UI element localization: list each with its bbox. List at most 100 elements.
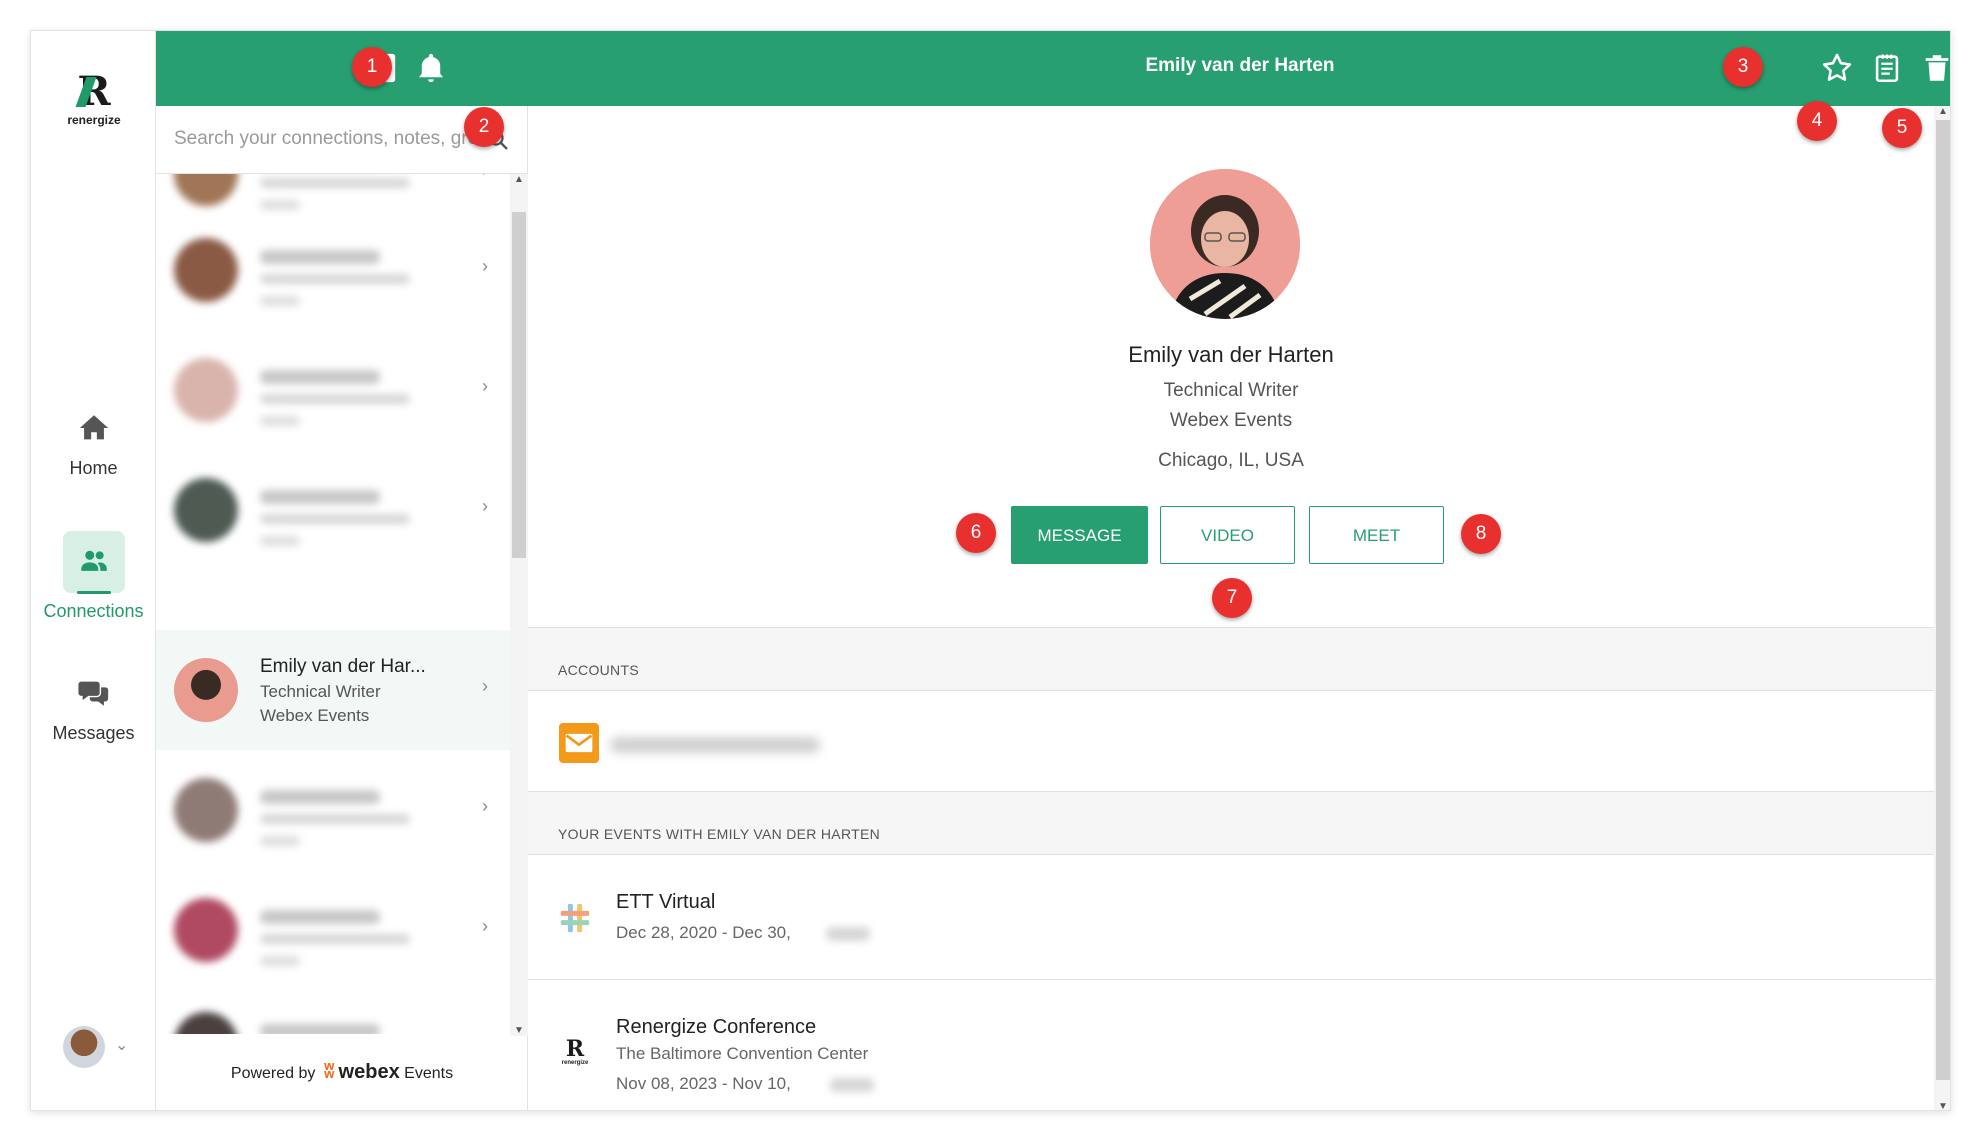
profile-detail-panel: Emily van der Harten Emily van der Harte… (528, 31, 1951, 1110)
avatar (174, 358, 238, 422)
blurred-detail (260, 200, 300, 210)
nav-connections[interactable]: Connections (31, 531, 156, 622)
user-avatar[interactable] (63, 1026, 105, 1068)
detail-scrollbar[interactable]: ▲ ▼ (1934, 106, 1950, 1110)
blurred-detail (260, 296, 300, 306)
blurred-name (260, 490, 380, 504)
blurred-name (260, 370, 380, 384)
star-icon[interactable] (1820, 51, 1854, 85)
email-icon (559, 723, 599, 763)
video-button[interactable]: VIDEO (1160, 506, 1295, 564)
meet-button[interactable]: MEET (1309, 506, 1444, 564)
message-button[interactable]: MESSAGE (1011, 506, 1148, 564)
blurred-email (610, 737, 820, 753)
notes-icon[interactable] (1870, 51, 1904, 85)
chevron-right-icon: › (482, 1030, 488, 1034)
blurred-name (260, 250, 380, 264)
blurred-name (260, 1024, 380, 1034)
search-input[interactable] (174, 124, 474, 154)
chevron-down-icon[interactable]: ⌄ (115, 1035, 128, 1055)
powered-by-label: Powered by (230, 1065, 316, 1082)
chevron-right-icon: › (482, 256, 488, 276)
list-item[interactable]: › (156, 450, 510, 570)
app-logo[interactable]: R renergize (56, 68, 132, 128)
logo-wordmark: renergize (67, 113, 121, 127)
event-dates: Dec 28, 2020 - Dec 30, (616, 923, 791, 942)
connection-company: Webex Events (260, 706, 370, 725)
nav-home-label: Home (69, 458, 118, 478)
profile-photo-art (1150, 169, 1300, 319)
renergize-logo-icon: R renergize (561, 1036, 589, 1066)
chevron-right-icon: › (482, 676, 488, 696)
accounts-section-header: ACCOUNTS (528, 627, 1934, 691)
list-item[interactable]: › (156, 330, 510, 450)
callout-badge: 6 (956, 513, 996, 553)
blurred-detail (260, 814, 410, 824)
list-item[interactable]: › (156, 870, 510, 990)
list-item[interactable]: › (156, 984, 510, 1034)
event-dates: Nov 08, 2023 - Nov 10, (616, 1074, 791, 1093)
list-item-selected[interactable]: Emily van der Har... Technical Writer We… (156, 630, 510, 750)
scroll-up-icon[interactable]: ▲ (1938, 106, 1948, 117)
event-row[interactable]: R renergize Renergize Conference The Bal… (528, 980, 1934, 1105)
blurred-detail (260, 934, 410, 944)
scrollbar-thumb[interactable] (1936, 120, 1950, 1080)
profile-name: Emily van der Harten (1128, 342, 1334, 367)
chevron-right-icon: › (482, 916, 488, 936)
blurred-name (260, 790, 380, 804)
blurred-year (826, 927, 870, 941)
renergize-logo-icon: R (75, 68, 111, 115)
scrollbar-thumb[interactable] (512, 212, 526, 558)
webex-logo-icon: ʬ (323, 1061, 335, 1083)
events-heading: YOUR EVENTS WITH EMILY VAN DER HARTEN (558, 826, 880, 842)
connections-list: › › › › Emily van der Har... Technical W… (156, 174, 510, 1034)
avatar (174, 658, 238, 722)
powered-suffix: Events (404, 1065, 454, 1082)
trash-icon[interactable] (1920, 51, 1951, 85)
avatar (174, 478, 238, 542)
callout-badge: 7 (1212, 578, 1252, 618)
nav-messages[interactable]: Messages (31, 676, 156, 744)
callout-badge: 5 (1882, 108, 1922, 148)
avatar (174, 778, 238, 842)
list-scrollbar[interactable]: ▲ ▼ (510, 174, 528, 1036)
chevron-right-icon: › (482, 174, 488, 181)
powered-brand: webex (338, 1061, 400, 1083)
events-section-header: YOUR EVENTS WITH EMILY VAN DER HARTEN (528, 791, 1934, 855)
profile-location: Chicago, IL, USA (1158, 450, 1304, 471)
connections-panel: › › › › Emily van der Har... Technical W… (156, 31, 528, 1110)
avatar (174, 1012, 238, 1034)
account-row[interactable] (528, 691, 1934, 791)
event-venue: The Baltimore Convention Center (616, 1044, 869, 1063)
nav-home[interactable]: Home (31, 411, 156, 479)
profile-photo (1150, 169, 1300, 319)
scroll-down-icon[interactable]: ▼ (1938, 1101, 1948, 1110)
callout-badge: 3 (1723, 47, 1763, 87)
list-item[interactable]: › (156, 210, 510, 330)
blurred-detail (260, 956, 300, 966)
app-window: R renergize Home Connections Messages ⌄ (30, 30, 1951, 1111)
blurred-detail (260, 536, 300, 546)
hash-icon (560, 903, 590, 933)
scroll-up-icon[interactable]: ▲ (514, 174, 524, 185)
bell-icon[interactable] (414, 51, 448, 85)
blurred-year (830, 1078, 874, 1092)
callout-badge: 1 (352, 47, 392, 87)
callout-badge: 2 (464, 107, 504, 147)
profile-title: Technical Writer (1163, 380, 1299, 401)
nav-messages-label: Messages (52, 723, 135, 743)
list-item[interactable]: › (156, 750, 510, 870)
chevron-right-icon: › (482, 796, 488, 816)
left-nav-rail: R renergize Home Connections Messages ⌄ (31, 31, 156, 1110)
callout-badge: 8 (1461, 514, 1501, 554)
event-name: Renergize Conference (616, 1016, 817, 1038)
blurred-detail (260, 274, 410, 284)
scroll-down-icon[interactable]: ▼ (514, 1025, 524, 1036)
blurred-name (260, 910, 380, 924)
chat-icon (77, 681, 108, 706)
blurred-detail (260, 178, 410, 188)
event-name: ETT Virtual (616, 891, 716, 913)
people-icon (80, 550, 107, 571)
callout-badge: 4 (1797, 101, 1837, 141)
event-row[interactable]: ETT Virtual Dec 28, 2020 - Dec 30, (528, 855, 1934, 980)
